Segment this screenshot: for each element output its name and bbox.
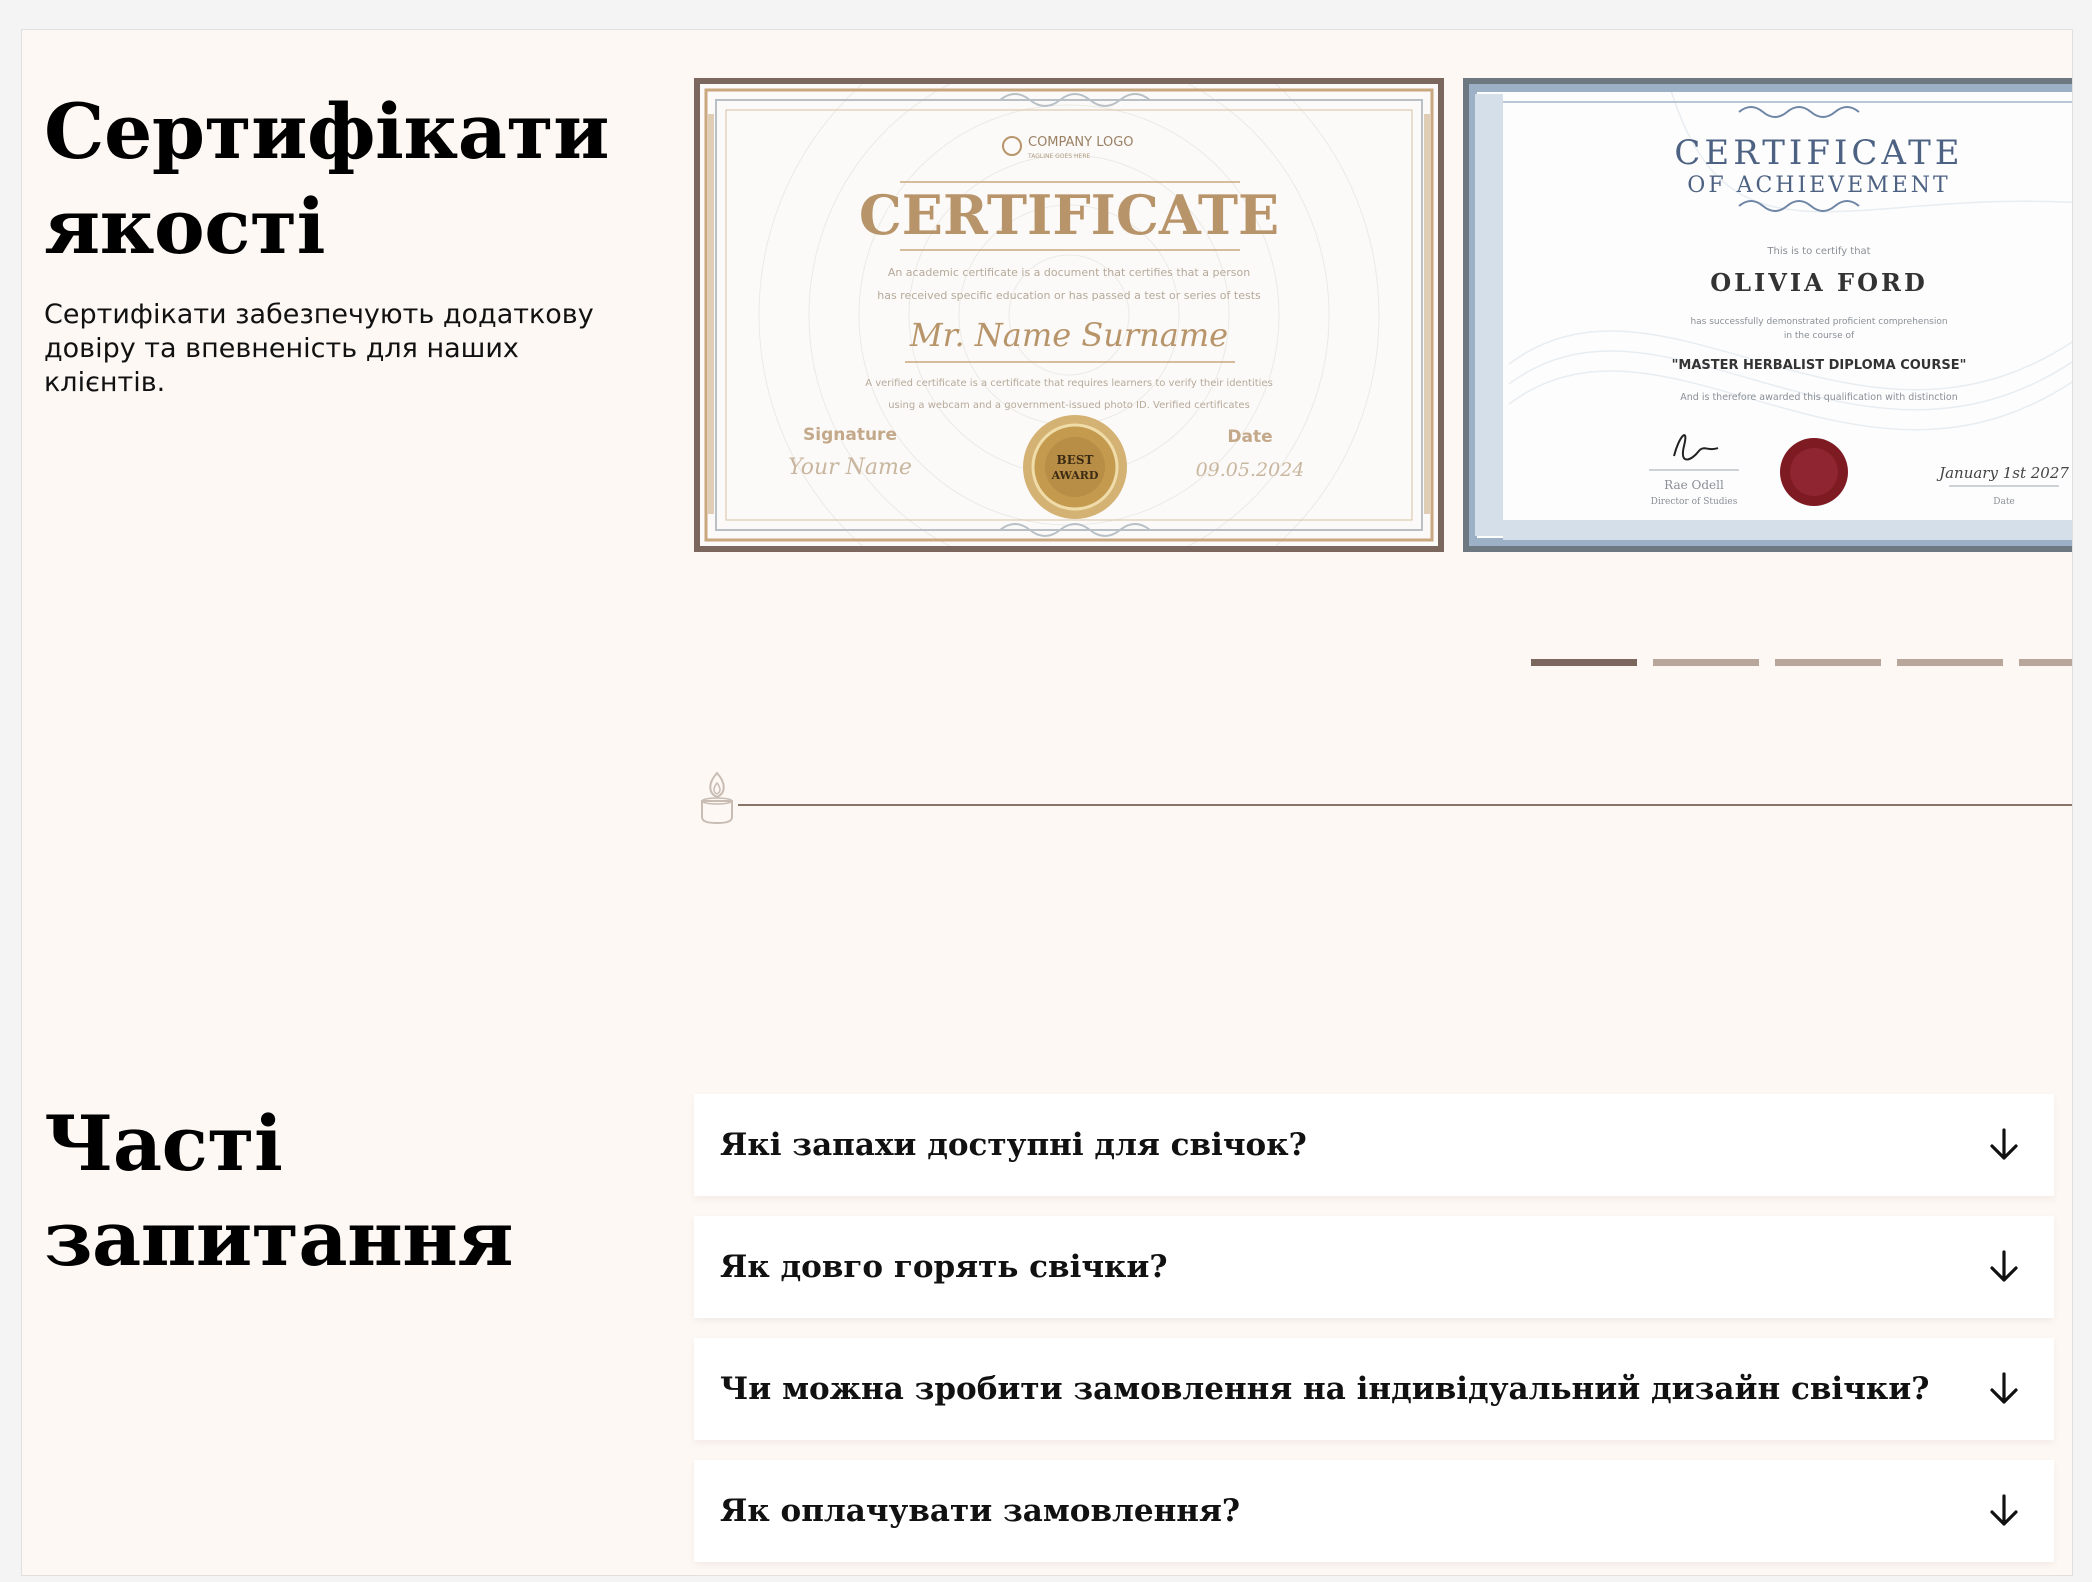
faq-title-line1: Часті [44,1099,283,1188]
faq-item[interactable]: Як оплачувати замовлення? [694,1460,2054,1562]
svg-text:OF ACHIEVEMENT: OF ACHIEVEMENT [1687,173,1950,198]
certificates-title-line2: якості [44,182,325,271]
arrow-down-icon [1990,1250,2018,1282]
certificates-title-line1: Сертифікати [44,87,609,176]
certificate-image-2: CERTIFICATE OF ACHIEVEMENT This is to ce… [1469,84,2072,546]
svg-text:Signature: Signature [803,425,897,445]
carousel-pagination [1531,659,2072,666]
svg-text:in the course of: in the course of [1784,331,1855,341]
svg-text:An academic certificate is a d: An academic certificate is a document th… [888,266,1250,279]
logo-tagline: TAGLINE GOES HERE [1027,153,1090,160]
svg-text:09.05.2024: 09.05.2024 [1196,459,1305,481]
svg-text:This is to certify that: This is to certify that [1766,246,1870,257]
faq-title: Часті запитання [44,1096,513,1286]
certificates-title: Сертифікати якості [44,84,609,274]
faq-item[interactable]: Чи можна зробити замовлення на індивідуа… [694,1338,2054,1440]
svg-text:January 1st 2027: January 1st 2027 [1936,464,2069,482]
divider-line [738,804,2072,806]
faq-question: Як довго горять свічки? [720,1249,1168,1285]
svg-text:BEST: BEST [1057,453,1094,467]
svg-text:Your Name: Your Name [788,455,912,480]
certificate-2-heading: CERTIFICATE [1674,133,1963,173]
svg-text:Director of Studies: Director of Studies [1651,497,1738,507]
page: Сертифікати якості Сертифікати забезпечую… [21,29,2073,1576]
arrow-down-icon [1990,1372,2018,1404]
carousel-dot-3[interactable] [1775,659,1881,666]
section-divider [694,767,2072,827]
svg-text:Rae Odell: Rae Odell [1664,478,1724,492]
svg-text:"MASTER HERBALIST DIPLOMA COUR: "MASTER HERBALIST DIPLOMA COURSE" [1672,358,1967,373]
faq-question: Чи можна зробити замовлення на індивідуа… [720,1371,1930,1407]
certificates-description: Сертифікати забезпечують додаткову довір… [44,299,594,398]
candle-icon [701,771,733,825]
arrow-down-icon [1990,1128,2018,1160]
svg-text:has received specific educatio: has received specific education or has p… [877,289,1261,302]
certificate-image-1: COMPANY LOGO TAGLINE GOES HERE CERTIFICA… [700,84,1438,546]
svg-text:has successfully demonstrated: has successfully demonstrated proficient… [1690,317,1947,327]
certificate-heading: CERTIFICATE [859,183,1279,247]
svg-text:Date: Date [1993,497,2015,507]
recipient-name: Mr. Name Surname [909,316,1228,354]
carousel-dot-4[interactable] [1897,659,2003,666]
certificate-slide-1[interactable]: COMPANY LOGO TAGLINE GOES HERE CERTIFICA… [694,78,1444,552]
faq-title-line2: запитання [44,1194,513,1283]
svg-text:Date: Date [1227,427,1272,447]
arrow-down-icon [1990,1494,2018,1526]
svg-text:And is therefore awarded this: And is therefore awarded this qualificat… [1680,392,1957,403]
certificate-2-recipient: OLIVIA FORD [1710,268,1928,297]
svg-text:A verified certificate is a ce: A verified certificate is a certificate … [865,378,1273,389]
faq-item[interactable]: Які запахи доступні для свічок? [694,1094,2054,1196]
certificate-slide-2[interactable]: CERTIFICATE OF ACHIEVEMENT This is to ce… [1463,78,2072,552]
svg-text:using a webcam and a governmen: using a webcam and a government-issued p… [888,400,1250,411]
faq-question: Як оплачувати замовлення? [720,1493,1241,1529]
carousel-dot-1[interactable] [1531,659,1637,666]
svg-text:AWARD: AWARD [1051,469,1099,482]
faq-item[interactable]: Як довго горять свічки? [694,1216,2054,1318]
carousel-dot-2[interactable] [1653,659,1759,666]
carousel-dot-5[interactable] [2019,659,2072,666]
faq-question: Які запахи доступні для свічок? [720,1127,1307,1163]
company-logo: COMPANY LOGO [1028,135,1134,150]
